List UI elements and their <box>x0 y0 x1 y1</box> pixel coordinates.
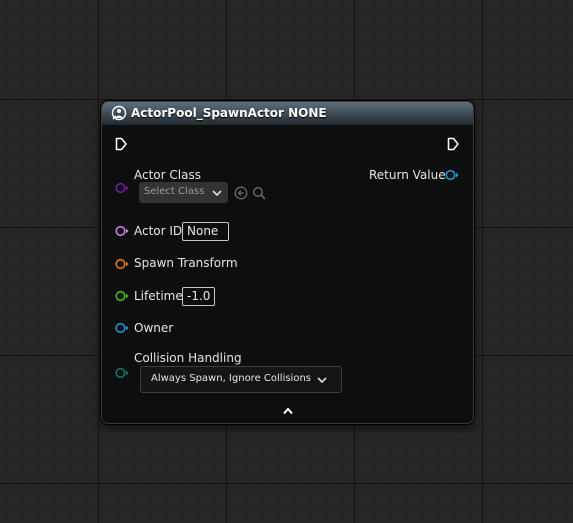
actor-id-pin[interactable] <box>115 225 129 237</box>
spawn-transform-label: Spawn Transform <box>134 256 238 270</box>
lifetime-pin[interactable] <box>115 290 129 302</box>
lifetime-value: -1.0 <box>187 289 211 303</box>
owner-pin[interactable] <box>115 322 129 334</box>
lifetime-label: Lifetime <box>134 289 183 303</box>
actor-id-label: Actor ID <box>134 224 183 238</box>
collision-handling-label: Collision Handling <box>134 351 242 365</box>
node-title: ActorPool_SpawnActor NONE <box>131 106 327 120</box>
lifetime-input[interactable]: -1.0 <box>182 287 215 306</box>
chevron-down-icon <box>212 190 222 197</box>
actor-id-input[interactable]: None <box>182 222 229 241</box>
class-select-dropdown[interactable]: Select Class <box>139 182 228 203</box>
function-icon <box>111 105 127 121</box>
chevron-up-icon[interactable] <box>282 406 294 416</box>
owner-label: Owner <box>134 321 174 335</box>
node-header[interactable]: ActorPool_SpawnActor NONE <box>102 102 473 125</box>
actor-class-label: Actor Class <box>134 168 201 182</box>
search-icon[interactable] <box>252 186 266 200</box>
spawn-transform-pin[interactable] <box>115 258 129 270</box>
collision-handling-value: Always Spawn, Ignore Collisions <box>151 373 311 384</box>
class-select-text: Select Class <box>144 186 205 197</box>
actor-class-pin[interactable] <box>115 182 129 194</box>
collision-handling-dropdown[interactable]: Always Spawn, Ignore Collisions <box>140 366 342 393</box>
chevron-down-icon <box>317 377 327 384</box>
return-value-label: Return Value <box>369 168 446 182</box>
arrow-left-circle-icon[interactable] <box>234 186 248 200</box>
return-value-pin[interactable] <box>445 169 459 181</box>
spawn-actor-node[interactable]: ActorPool_SpawnActor NONE Actor Class Se… <box>101 101 474 424</box>
actor-id-value: None <box>187 224 219 238</box>
exec-out-pin[interactable] <box>447 137 459 151</box>
collision-handling-pin[interactable] <box>115 367 129 379</box>
exec-in-pin[interactable] <box>115 137 127 151</box>
